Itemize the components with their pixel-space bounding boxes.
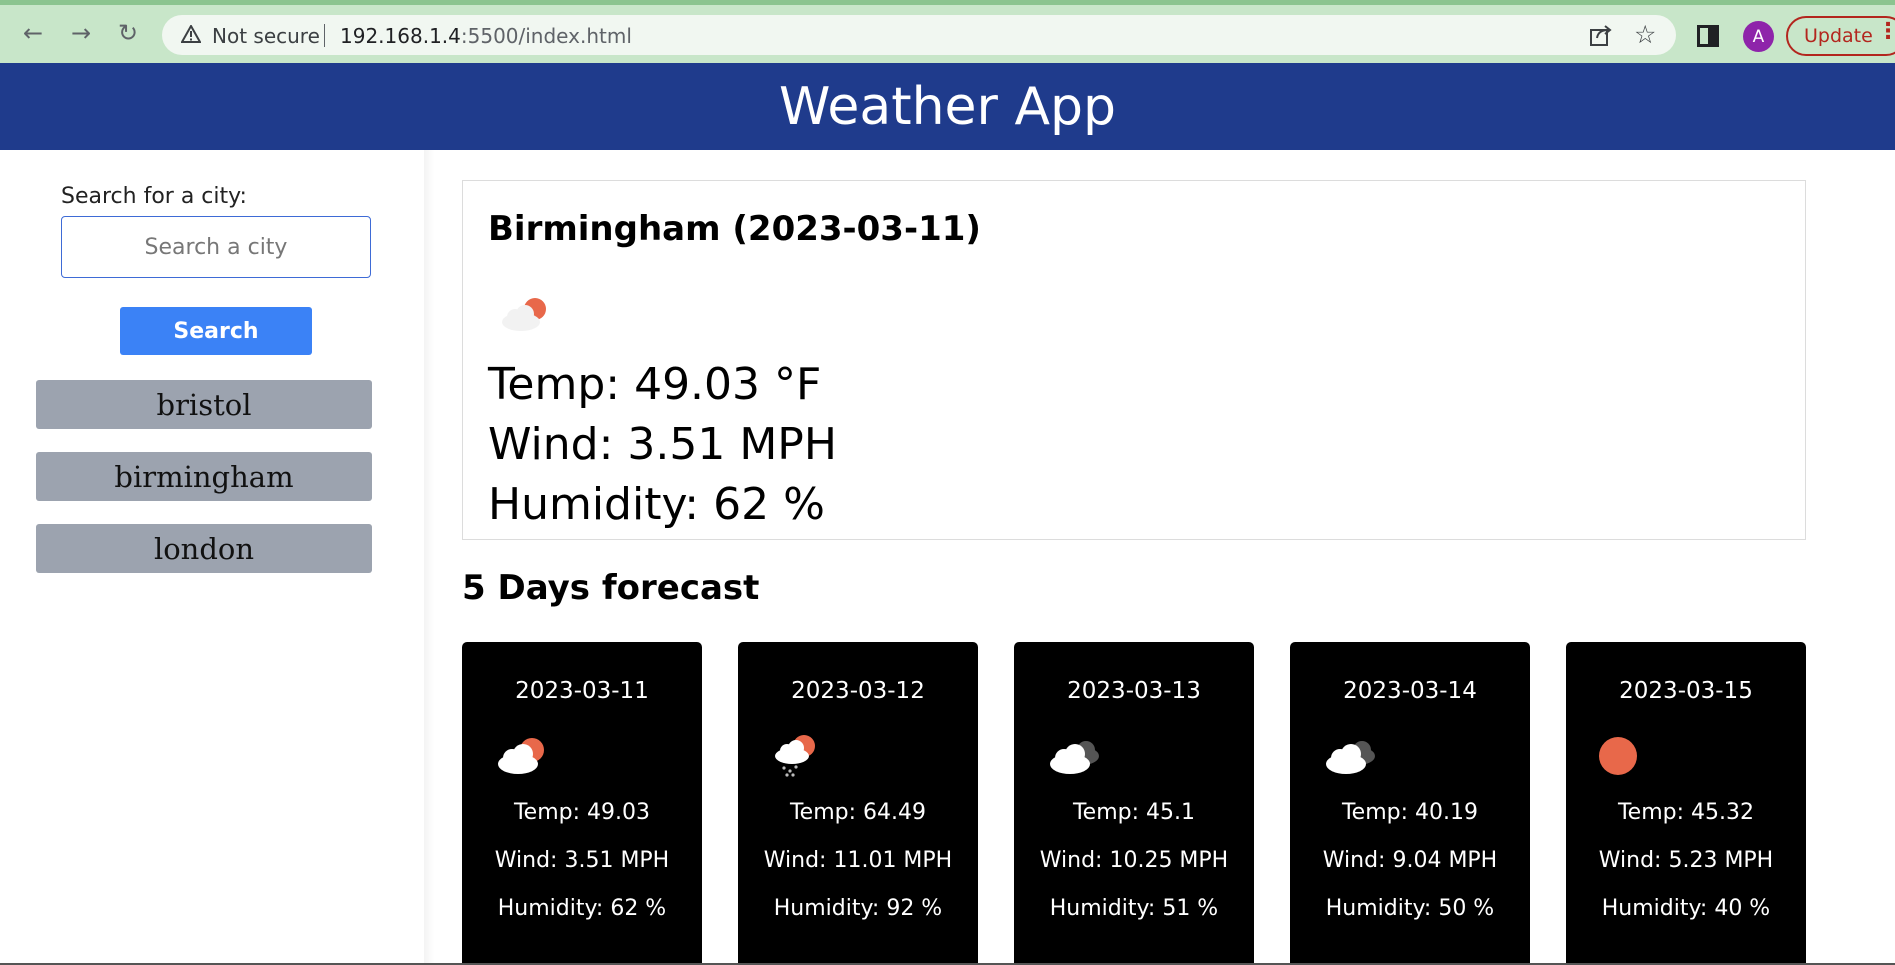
forecast-wind: Wind: 5.23 MPH (1598, 848, 1774, 873)
current-humidity: Humidity: 62 % (488, 479, 825, 530)
snow-sun-icon (770, 730, 830, 778)
browser-toolbar: ← → ↻ Not secure 192.168.1.4:5500/index.… (0, 0, 1895, 63)
sidebar-divider (424, 150, 434, 965)
search-button[interactable]: Search (120, 307, 312, 355)
forecast-card: 2023-03-11 Temp: 49.03 Wind: 3.51 MPH Hu… (462, 642, 702, 965)
address-bar[interactable]: Not secure 192.168.1.4:5500/index.html ☆ (162, 15, 1676, 55)
app-header: Weather App (0, 63, 1895, 150)
forecast-temp: Temp: 45.32 (1617, 800, 1755, 825)
forecast-wind: Wind: 10.25 MPH (1039, 848, 1229, 873)
side-panel-icon[interactable] (1697, 25, 1719, 47)
current-weather-card: Birmingham (2023-03-11) Temp: 49.03 °F W… (462, 180, 1806, 540)
warning-icon[interactable] (180, 23, 202, 45)
forecast-temp: Temp: 49.03 (513, 800, 651, 825)
forecast-humidity: Humidity: 62 % (497, 896, 667, 921)
forecast-humidity: Humidity: 50 % (1325, 896, 1495, 921)
sun-icon (1598, 730, 1658, 778)
current-temp: Temp: 49.03 °F (488, 359, 822, 410)
history-button-birmingham[interactable]: birmingham (36, 452, 372, 501)
clouds-icon (1046, 730, 1106, 778)
forecast-temp: Temp: 40.19 (1341, 800, 1479, 825)
forecast-humidity: Humidity: 51 % (1049, 896, 1219, 921)
forward-icon[interactable]: → (66, 18, 96, 48)
bookmark-star-icon[interactable]: ☆ (1634, 20, 1656, 49)
forecast-date: 2023-03-11 (515, 678, 649, 704)
search-input[interactable] (61, 216, 371, 278)
history-button-london[interactable]: london (36, 524, 372, 573)
search-label: Search for a city: (61, 184, 247, 209)
menu-dots-icon[interactable]: ⋮ (1877, 19, 1895, 44)
forecast-card: 2023-03-14 Temp: 40.19 Wind: 9.04 MPH Hu… (1290, 642, 1530, 965)
forecast-temp: Temp: 45.1 (1072, 800, 1196, 825)
forecast-date: 2023-03-14 (1343, 678, 1477, 704)
forecast-card: 2023-03-13 Temp: 45.1 Wind: 10.25 MPH Hu… (1014, 642, 1254, 965)
forecast-date: 2023-03-12 (791, 678, 925, 704)
clouds-icon (1322, 730, 1382, 778)
cloud-sun-icon (494, 730, 554, 778)
cloud-sun-icon (497, 293, 547, 333)
page-title: Weather App (778, 76, 1117, 137)
history-button-bristol[interactable]: bristol (36, 380, 372, 429)
current-city-title: Birmingham (2023-03-11) (488, 209, 981, 249)
url-text[interactable]: 192.168.1.4:5500/index.html (340, 24, 632, 48)
back-icon[interactable]: ← (18, 18, 48, 48)
forecast-date: 2023-03-15 (1619, 678, 1753, 704)
forecast-temp: Temp: 64.49 (789, 800, 927, 825)
forecast-wind: Wind: 11.01 MPH (763, 848, 953, 873)
url-path: :5500/index.html (460, 24, 632, 48)
security-label[interactable]: Not secure (212, 24, 320, 48)
share-icon[interactable] (1588, 22, 1614, 48)
url-host: 192.168.1.4 (340, 24, 461, 48)
forecast-wind: Wind: 9.04 MPH (1322, 848, 1498, 873)
current-wind: Wind: 3.51 MPH (488, 419, 837, 470)
forecast-humidity: Humidity: 92 % (773, 896, 943, 921)
reload-icon[interactable]: ↻ (113, 18, 143, 48)
avatar[interactable]: A (1743, 21, 1774, 52)
forecast-humidity: Humidity: 40 % (1601, 896, 1771, 921)
divider (324, 24, 325, 47)
forecast-wind: Wind: 3.51 MPH (494, 848, 670, 873)
forecast-date: 2023-03-13 (1067, 678, 1201, 704)
forecast-card: 2023-03-12 Temp: 64.49 Wind: 11.01 MPH H… (738, 642, 978, 965)
forecast-card: 2023-03-15 Temp: 45.32 Wind: 5.23 MPH Hu… (1566, 642, 1806, 965)
forecast-heading: 5 Days forecast (462, 568, 760, 608)
